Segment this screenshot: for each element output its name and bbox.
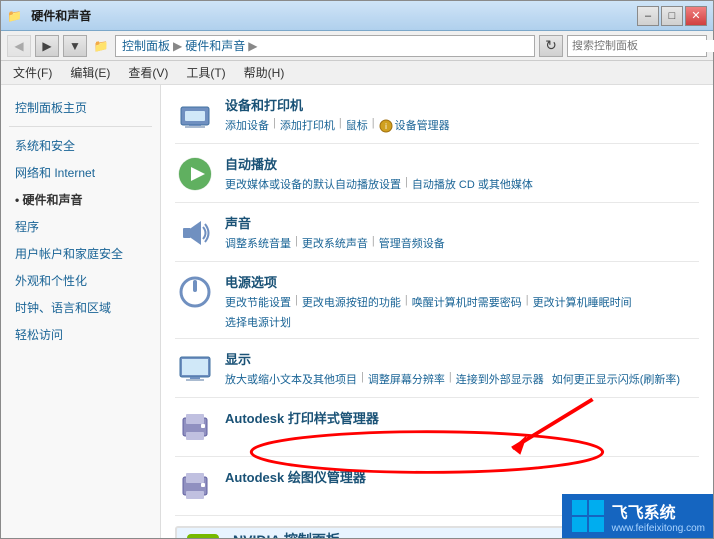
brand-name: 飞飞系统 <box>612 499 705 523</box>
autodesk-print-body: Autodesk 打印样式管理器 <box>225 408 699 430</box>
watermark: 飞飞系统 www.feifeixitong.com <box>562 494 713 538</box>
devices-links: 添加设备 | 添加打印机 | 鼠标 | i 设备管理器 <box>225 117 699 133</box>
close-button[interactable]: ✕ <box>685 6 707 26</box>
sidebar: 控制面板主页 系统和安全 网络和 Internet 硬件和声音 程序 用户帐户和… <box>1 85 161 538</box>
autoplay-links: 更改媒体或设备的默认自动播放设置 | 自动播放 CD 或其他媒体 <box>225 176 699 192</box>
sidebar-item-system[interactable]: 系统和安全 <box>9 133 152 158</box>
main-content: 控制面板主页 系统和安全 网络和 Internet 硬件和声音 程序 用户帐户和… <box>1 85 713 538</box>
sound-icon <box>175 213 215 253</box>
autoplay-title: 自动播放 <box>225 154 699 173</box>
back-button[interactable]: ◀ <box>7 35 31 57</box>
maximize-button[interactable]: □ <box>661 6 683 26</box>
breadcrumb-sep1: ▶ <box>173 39 182 53</box>
link-power-plan[interactable]: 选择电源计划 <box>225 314 291 330</box>
link-text-size[interactable]: 放大或缩小文本及其他项目 <box>225 371 357 387</box>
sidebar-item-clock[interactable]: 时钟、语言和区域 <box>9 295 152 320</box>
link-add-printer[interactable]: 添加打印机 <box>280 117 335 133</box>
link-power-button[interactable]: 更改电源按钮的功能 <box>302 294 401 310</box>
link-system-sound[interactable]: 更改系统声音 <box>302 235 368 251</box>
sound-title: 声音 <box>225 213 699 232</box>
section-power: 电源选项 更改节能设置 | 更改电源按钮的功能 | 唤醒计算机时需要密码 | 更… <box>175 272 699 339</box>
link-external-display[interactable]: 连接到外部显示器 <box>456 371 544 387</box>
link-flicker[interactable]: 如何更正显示闪烁(刷新率) <box>552 371 680 387</box>
link-autoplay-settings[interactable]: 更改媒体或设备的默认自动播放设置 <box>225 176 401 192</box>
autodesk-plotter-icon <box>175 467 215 507</box>
menu-file[interactable]: 文件(F) <box>5 62 60 83</box>
link-mouse[interactable]: 鼠标 <box>346 117 368 133</box>
minimize-button[interactable]: – <box>637 6 659 26</box>
section-autodesk-print: Autodesk 打印样式管理器 <box>175 408 699 457</box>
sidebar-divider <box>9 126 152 127</box>
folder-icon: 📁 <box>91 36 111 56</box>
autoplay-body: 自动播放 更改媒体或设备的默认自动播放设置 | 自动播放 CD 或其他媒体 <box>225 154 699 192</box>
link-power-settings[interactable]: 更改节能设置 <box>225 294 291 310</box>
autoplay-icon <box>175 154 215 194</box>
link-device-manager[interactable]: i 设备管理器 <box>379 117 450 133</box>
display-body: 显示 放大或缩小文本及其他项目 | 调整屏幕分辨率 | 连接到外部显示器 如何更… <box>225 349 699 387</box>
autodesk-plotter-body: Autodesk 绘图仪管理器 <box>225 467 699 489</box>
sidebar-item-network[interactable]: 网络和 Internet <box>9 160 152 185</box>
address-bar: ◀ ▶ ▼ 📁 控制面板 ▶ 硬件和声音 ▶ ↻ 🔍 <box>1 31 713 61</box>
sidebar-item-hardware[interactable]: 硬件和声音 <box>9 187 152 212</box>
svg-text:i: i <box>385 122 387 131</box>
power-icon <box>175 272 215 312</box>
display-links: 放大或缩小文本及其他项目 | 调整屏幕分辨率 | 连接到外部显示器 如何更正显示… <box>225 371 699 387</box>
main-window: 📁 硬件和声音 – □ ✕ ◀ ▶ ▼ 📁 控制面板 ▶ 硬件和声音 ▶ ↻ 🔍… <box>0 0 714 539</box>
forward-button[interactable]: ▶ <box>35 35 59 57</box>
menu-help[interactable]: 帮助(H) <box>236 62 293 83</box>
power-body: 电源选项 更改节能设置 | 更改电源按钮的功能 | 唤醒计算机时需要密码 | 更… <box>225 272 699 330</box>
recent-button[interactable]: ▼ <box>63 35 87 57</box>
sidebar-item-accessibility[interactable]: 轻松访问 <box>9 322 152 347</box>
search-box[interactable]: 🔍 <box>567 35 707 57</box>
power-title: 电源选项 <box>225 272 699 291</box>
title-bar-text: 📁 硬件和声音 <box>7 7 637 24</box>
sidebar-item-users[interactable]: 用户帐户和家庭安全 <box>9 241 152 266</box>
section-sound: 声音 调整系统音量 | 更改系统声音 | 管理音频设备 <box>175 213 699 262</box>
sidebar-item-programs[interactable]: 程序 <box>9 214 152 239</box>
address-path[interactable]: 控制面板 ▶ 硬件和声音 ▶ <box>115 35 535 57</box>
title-bar: 📁 硬件和声音 – □ ✕ <box>1 1 713 31</box>
section-display: 显示 放大或缩小文本及其他项目 | 调整屏幕分辨率 | 连接到外部显示器 如何更… <box>175 349 699 398</box>
devices-title: 设备和打印机 <box>225 95 699 114</box>
refresh-button[interactable]: ↻ <box>539 35 563 57</box>
devices-icon <box>175 95 215 135</box>
brand-site: www.feifeixitong.com <box>612 523 705 534</box>
display-title: 显示 <box>225 349 699 368</box>
content-area: 设备和打印机 添加设备 | 添加打印机 | 鼠标 | i 设备管理器 <box>161 85 713 538</box>
section-devices: 设备和打印机 添加设备 | 添加打印机 | 鼠标 | i 设备管理器 <box>175 95 699 144</box>
window-icon: 📁 <box>7 9 22 23</box>
windows-logo <box>570 498 606 534</box>
menu-edit[interactable]: 编辑(E) <box>62 62 118 83</box>
breadcrumb-sep2: ▶ <box>248 39 257 53</box>
menu-tools[interactable]: 工具(T) <box>178 62 233 83</box>
breadcrumb-controlpanel[interactable]: 控制面板 <box>122 37 170 54</box>
sound-links: 调整系统音量 | 更改系统声音 | 管理音频设备 <box>225 235 699 251</box>
section-autoplay: 自动播放 更改媒体或设备的默认自动播放设置 | 自动播放 CD 或其他媒体 <box>175 154 699 203</box>
link-volume[interactable]: 调整系统音量 <box>225 235 291 251</box>
devices-body: 设备和打印机 添加设备 | 添加打印机 | 鼠标 | i 设备管理器 <box>225 95 699 133</box>
link-autoplay-cd[interactable]: 自动播放 CD 或其他媒体 <box>412 176 533 192</box>
search-input[interactable] <box>572 40 714 52</box>
title-bar-buttons: – □ ✕ <box>637 6 707 26</box>
nvidia-icon: N <box>183 530 223 538</box>
display-icon <box>175 349 215 389</box>
sidebar-item-home[interactable]: 控制面板主页 <box>9 95 152 120</box>
link-resolution[interactable]: 调整屏幕分辨率 <box>368 371 445 387</box>
menu-bar: 文件(F) 编辑(E) 查看(V) 工具(T) 帮助(H) <box>1 61 713 85</box>
link-wake-password[interactable]: 唤醒计算机时需要密码 <box>412 294 522 310</box>
breadcrumb-hardware[interactable]: 硬件和声音 <box>185 37 245 54</box>
link-add-device[interactable]: 添加设备 <box>225 117 269 133</box>
watermark-text: 飞飞系统 www.feifeixitong.com <box>612 499 705 534</box>
sidebar-item-appearance[interactable]: 外观和个性化 <box>9 268 152 293</box>
menu-view[interactable]: 查看(V) <box>120 62 176 83</box>
autodesk-plotter-title: Autodesk 绘图仪管理器 <box>225 467 699 486</box>
link-audio-device[interactable]: 管理音频设备 <box>379 235 445 251</box>
autodesk-print-title: Autodesk 打印样式管理器 <box>225 408 699 427</box>
link-sleep-time[interactable]: 更改计算机睡眠时间 <box>533 294 632 310</box>
autodesk-print-icon <box>175 408 215 448</box>
power-links: 更改节能设置 | 更改电源按钮的功能 | 唤醒计算机时需要密码 | 更改计算机睡… <box>225 294 699 330</box>
sound-body: 声音 调整系统音量 | 更改系统声音 | 管理音频设备 <box>225 213 699 251</box>
